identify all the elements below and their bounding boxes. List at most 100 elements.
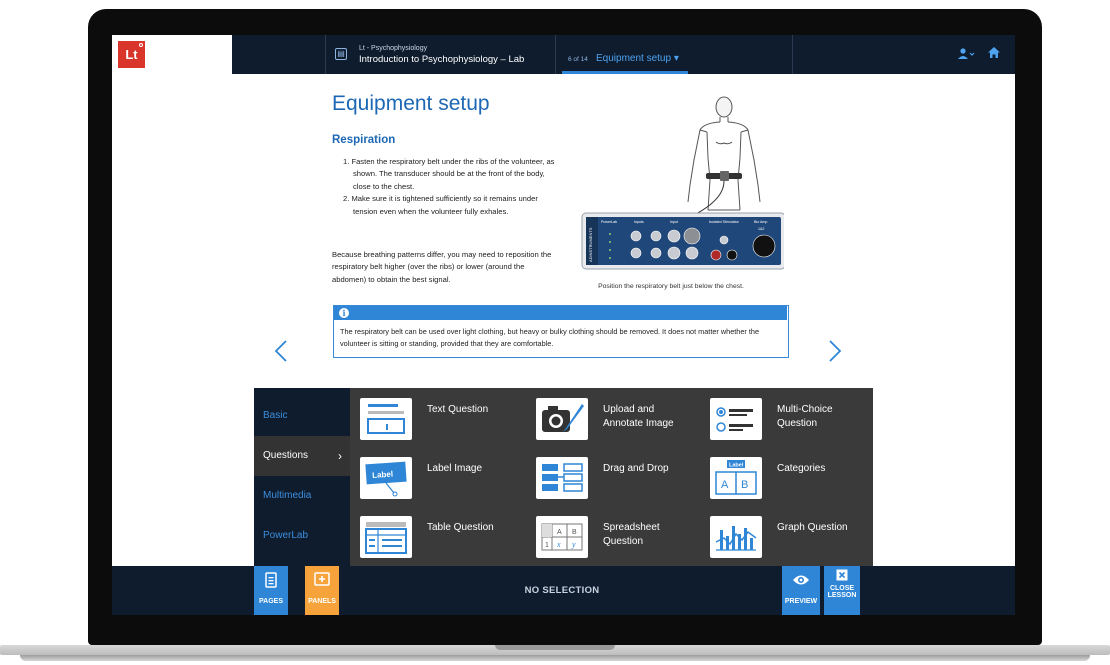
laptop-base-bottom — [20, 655, 1090, 661]
category-questions[interactable]: Questions › — [254, 436, 350, 476]
course-subtitle: Lt - Psychophysiology — [359, 45, 428, 52]
home-icon[interactable] — [988, 47, 1000, 61]
close-label: CLOSE — [829, 585, 855, 592]
icon-text: A — [721, 479, 729, 491]
icon-text: A — [557, 529, 562, 536]
book-icon: ▤ — [335, 48, 347, 60]
graph-question-icon — [710, 516, 762, 558]
tile-label: Spreadsheet Question — [603, 522, 660, 547]
icon-text: 1 — [545, 542, 549, 549]
add-panel-icon — [305, 572, 339, 592]
camera-pen-icon — [536, 398, 588, 440]
course-title[interactable]: Introduction to Psychophysiology – Lab — [359, 54, 524, 65]
top-bar: Lt ▤ Lt - Psychophysiology Introduction … — [112, 35, 1015, 74]
panels-label: PANELS — [308, 598, 336, 605]
panel-category-list: Basic Questions › Multimedia PowerLab — [254, 388, 350, 566]
user-icon[interactable] — [958, 48, 976, 63]
category-label: Multimedia — [263, 490, 312, 501]
topbar-divider — [325, 35, 326, 74]
tile-upload-annotate[interactable]: Upload and Annotate Image — [526, 390, 696, 448]
chevron-down-icon: ▾ — [673, 53, 679, 64]
info-note: i The respiratory belt can be used over … — [333, 305, 789, 358]
category-basic[interactable]: Basic — [254, 396, 350, 436]
icon-text: B — [572, 529, 577, 536]
page-dropdown[interactable]: Equipment setup ▾ — [596, 53, 679, 64]
tile-drag-drop[interactable]: Drag and Drop — [526, 449, 696, 507]
category-multimedia[interactable]: Multimedia — [254, 476, 350, 516]
pages-button[interactable]: PAGES — [254, 566, 288, 615]
logo-dot-icon — [139, 43, 143, 47]
preview-button[interactable]: PREVIEW — [782, 566, 820, 615]
pages-label: PAGES — [259, 598, 283, 605]
drag-drop-icon — [536, 457, 588, 499]
close-icon — [824, 569, 860, 583]
panels-button[interactable]: PANELS — [305, 566, 339, 615]
text-question-icon — [360, 398, 412, 440]
page-heading: Equipment setup — [332, 92, 490, 115]
chevron-right-icon: › — [338, 449, 342, 463]
lt-logo[interactable]: Lt — [118, 41, 145, 68]
category-label: Basic — [263, 410, 288, 421]
tile-label: Categories — [777, 463, 826, 474]
label-image-icon: Label — [360, 457, 412, 499]
icon-text: Label — [372, 470, 393, 480]
instruction-list: 1. Fasten the respiratory belt under the… — [343, 156, 558, 218]
device-label: 1&2 — [758, 227, 764, 231]
device-label: Input — [670, 220, 678, 224]
section-heading: Respiration — [332, 134, 396, 146]
topbar-divider — [792, 35, 793, 74]
table-question-icon — [360, 516, 412, 558]
tile-label: Multi-Choice Question — [777, 404, 833, 429]
tile-multi-choice[interactable]: Multi-Choice Question — [700, 390, 870, 448]
panel-tile-grid: Text Question Upload and Annotate Image … — [350, 388, 873, 566]
eye-icon — [782, 572, 820, 592]
close-lesson-button[interactable]: CLOSE LESSON — [824, 566, 860, 615]
page-count: 6 of 14 — [568, 56, 588, 63]
selection-status: NO SELECTION — [524, 585, 600, 596]
category-powerlab[interactable]: PowerLab — [254, 516, 350, 556]
category-label: Questions — [263, 450, 309, 461]
multi-choice-icon — [710, 398, 762, 440]
tile-label: Label Image — [427, 463, 483, 474]
info-note-text: The respiratory belt can be used over li… — [340, 327, 759, 348]
laptop-base — [0, 645, 1110, 665]
device-label: Inputs — [634, 220, 644, 224]
preview-label: PREVIEW — [784, 598, 818, 605]
figure-caption: Position the respiratory belt just below… — [598, 283, 744, 290]
logo-area: Lt — [112, 35, 232, 74]
page-title-label: Equipment setup — [596, 53, 672, 64]
icon-text: B — [741, 479, 748, 491]
icon-text: x — [556, 540, 561, 549]
device-label: PowerLab — [601, 220, 617, 224]
tile-label: Upload and Annotate Image — [603, 404, 674, 429]
icon-text: y — [571, 540, 576, 549]
category-label: PowerLab — [263, 530, 309, 541]
laptop-notch — [495, 645, 615, 650]
tile-spreadsheet-question[interactable]: A B 1x y Spreadsheet Question — [526, 508, 696, 566]
prev-page-arrow[interactable] — [274, 339, 288, 369]
body-paragraph: Because breathing patterns differ, you m… — [332, 250, 552, 284]
tile-label: Table Question — [427, 522, 494, 533]
respiration-figure: ADINSTRUMENTS PowerLab Inputs Input Isol… — [574, 90, 786, 290]
pages-icon — [254, 572, 288, 592]
topbar-divider — [555, 35, 556, 74]
device-label: Bio Amp — [754, 220, 767, 224]
tile-label: Drag and Drop — [603, 463, 669, 474]
spreadsheet-icon: A B 1x y — [536, 516, 588, 558]
device-label: Isolated Stimulator — [709, 220, 740, 224]
tile-text-question[interactable]: Text Question — [350, 390, 520, 448]
bottom-toolbar: PAGES PANELS NO SELECTION PREVIEW CLOSE … — [112, 566, 1015, 615]
next-page-arrow[interactable] — [828, 339, 842, 369]
categories-icon: Label A B — [710, 457, 762, 499]
info-icon: i — [339, 308, 349, 318]
active-page-indicator — [562, 71, 688, 74]
list-item: 1. Fasten the respiratory belt under the… — [343, 157, 555, 191]
screen: Lt ▤ Lt - Psychophysiology Introduction … — [112, 35, 1015, 615]
tile-graph-question[interactable]: Graph Question — [700, 508, 870, 566]
tile-table-question[interactable]: Table Question — [350, 508, 520, 566]
icon-text: Label — [729, 463, 744, 469]
tile-label-image[interactable]: Label Label Image — [350, 449, 520, 507]
close-label-line-2: LESSON — [827, 592, 857, 599]
tile-categories[interactable]: Label A B Categories — [700, 449, 870, 507]
list-item: 2. Make sure it is tightened sufficientl… — [343, 194, 538, 216]
